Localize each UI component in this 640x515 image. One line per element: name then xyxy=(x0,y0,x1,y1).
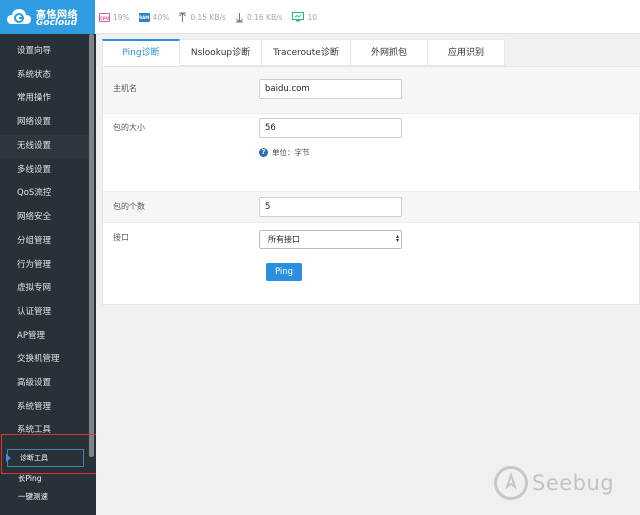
sidebar-item-setup-wizard[interactable]: 设置向导 xyxy=(0,40,89,63)
ram-icon: RAM xyxy=(138,12,150,22)
question-icon: ? xyxy=(259,148,268,157)
watermark: Seebug xyxy=(494,466,614,500)
cpu-value: 19% xyxy=(113,12,130,22)
ping-form-panel: 主机名 baidu.com 包的大小 56 ? 单位：字节 包的个数 5 接口 … xyxy=(102,66,640,305)
sidebar-subitem-speedtest[interactable]: 一键测速 xyxy=(0,485,89,508)
sidebar-item-multiline[interactable]: 多线设置 xyxy=(0,159,89,182)
sidebar-item-vpn[interactable]: 虚拟专网 xyxy=(0,277,89,300)
sidebar-item-sys-admin[interactable]: 系统管理 xyxy=(0,396,89,419)
main-content: Ping诊断 Nslookup诊断 Traceroute诊断 外网抓包 应用识别… xyxy=(96,34,640,515)
ram-value: 40% xyxy=(152,12,170,22)
sidebar-item-switch[interactable]: 交换机管理 xyxy=(0,348,89,371)
size-row: 包的大小 56 ? 单位：字节 xyxy=(103,113,640,159)
tab-packet-capture[interactable]: 外网抓包 xyxy=(351,39,428,66)
interface-row: 接口 所有接口 ▴ ▾ xyxy=(103,222,640,306)
tab-ping[interactable]: Ping诊断 xyxy=(102,39,180,66)
sidebar-scrollbar[interactable] xyxy=(89,34,94,457)
brand-name-en: Gocloud xyxy=(36,18,78,28)
size-label: 包的大小 xyxy=(113,123,145,132)
host-input[interactable]: baidu.com xyxy=(259,79,402,99)
sidebar-item-groups[interactable]: 分组管理 xyxy=(0,230,89,253)
select-caret-icon: ▴ ▾ xyxy=(395,233,399,244)
tab-bar: Ping诊断 Nslookup诊断 Traceroute诊断 外网抓包 应用识别 xyxy=(102,39,505,66)
sidebar-item-behavior[interactable]: 行为管理 xyxy=(0,254,89,277)
status-bar: CPU 19% RAM 40% 0.15 KB/s 0.16 KB/s 10 xyxy=(99,0,326,34)
cpu-stat: CPU 19% xyxy=(99,12,130,22)
ram-stat: RAM 40% xyxy=(138,12,170,22)
tab-app-recognition[interactable]: 应用识别 xyxy=(428,39,505,66)
clients-value: 10 xyxy=(307,12,318,22)
sidebar-item-wireless[interactable]: 无线设置 xyxy=(0,135,89,158)
clients-stat: 10 xyxy=(291,12,318,22)
sidebar-item-advanced[interactable]: 高级设置 xyxy=(0,372,89,395)
size-hint: ? 单位：字节 xyxy=(259,147,310,158)
upload-arrow-icon xyxy=(179,11,187,22)
monitor-icon xyxy=(291,12,304,22)
size-hint-text: 单位：字节 xyxy=(272,148,310,157)
watermark-text: Seebug xyxy=(532,471,615,495)
ping-button[interactable]: Ping xyxy=(266,263,302,281)
count-row: 包的个数 5 xyxy=(103,191,640,222)
upload-stat: 0.15 KB/s xyxy=(178,11,226,23)
cpu-icon: CPU xyxy=(99,12,110,22)
sidebar-item-security[interactable]: 网络安全 xyxy=(0,206,89,229)
count-label: 包的个数 xyxy=(113,202,145,211)
download-arrow-icon xyxy=(235,12,243,23)
tab-traceroute[interactable]: Traceroute诊断 xyxy=(262,39,351,66)
interface-label: 接口 xyxy=(113,233,129,242)
sidebar-item-system-status[interactable]: 系统状态 xyxy=(0,64,89,87)
tab-nslookup[interactable]: Nslookup诊断 xyxy=(180,39,262,66)
sidebar-item-network[interactable]: 网络设置 xyxy=(0,111,89,134)
download-stat: 0.16 KB/s xyxy=(235,12,283,23)
sidebar-item-common-ops[interactable]: 常用操作 xyxy=(0,87,89,110)
upload-value: 0.15 KB/s xyxy=(190,12,226,22)
size-input[interactable]: 56 xyxy=(259,118,402,138)
seebug-logo-icon xyxy=(494,466,528,500)
host-row: 主机名 baidu.com xyxy=(103,67,640,113)
sidebar-item-ap[interactable]: AP管理 xyxy=(0,325,89,348)
top-bar: 高恪网络 Gocloud CPU 19% RAM 40% 0.15 KB/s 0… xyxy=(0,0,640,34)
interface-select[interactable]: 所有接口 ▴ ▾ xyxy=(259,230,402,249)
cloud-logo-icon xyxy=(7,9,31,24)
download-value: 0.16 KB/s xyxy=(246,12,283,22)
sidebar-item-qos[interactable]: QoS流控 xyxy=(0,182,89,205)
brand-logo[interactable]: 高恪网络 Gocloud xyxy=(0,0,95,34)
count-input[interactable]: 5 xyxy=(259,197,402,217)
sidebar-item-auth[interactable]: 认证管理 xyxy=(0,301,89,324)
host-label: 主机名 xyxy=(113,84,137,93)
interface-select-value: 所有接口 xyxy=(268,235,300,244)
